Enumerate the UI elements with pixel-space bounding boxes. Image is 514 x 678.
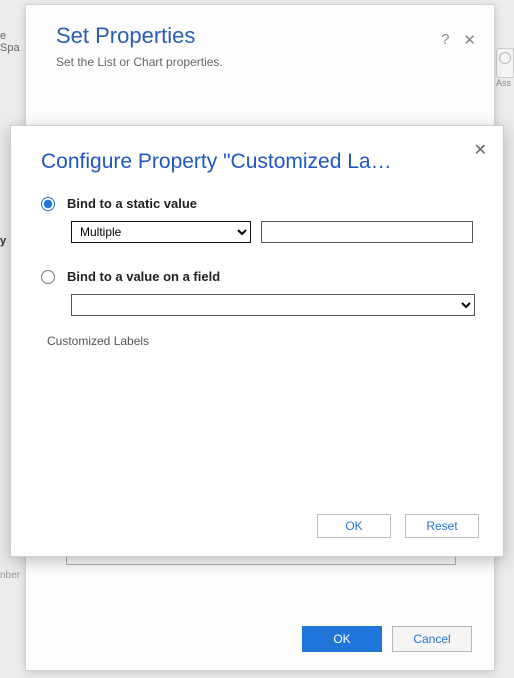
outer-dialog-title: Set Properties (56, 23, 470, 49)
static-type-select[interactable]: Multiple (71, 221, 251, 243)
inner-dialog-footer: OK Reset (317, 514, 479, 538)
inner-dialog-title: Configure Property "Customized La… (41, 150, 461, 174)
static-controls-row: Multiple (71, 221, 475, 243)
radio-static-value[interactable] (41, 197, 55, 211)
configure-property-dialog: ✕ Configure Property "Customized La… Bin… (10, 125, 504, 557)
help-icon[interactable]: ? (441, 31, 449, 49)
inner-close-icon[interactable]: ✕ (474, 140, 487, 160)
bg-assist-icon (496, 48, 514, 78)
outer-dialog-header: Set Properties Set the List or Chart pro… (26, 5, 494, 79)
bg-text-fragment-2: nber (0, 570, 25, 600)
property-hint-label: Customized Labels (47, 334, 475, 348)
outer-dialog-subtitle: Set the List or Chart properties. (56, 55, 470, 69)
bg-text-fragment-y: y (0, 235, 8, 247)
option-static-label: Bind to a static value (67, 196, 197, 211)
option-field-label: Bind to a value on a field (67, 269, 220, 284)
outer-dialog-footer: OK Cancel (302, 626, 472, 652)
outer-cancel-button[interactable]: Cancel (392, 626, 472, 652)
bg-assist-label: Ass (496, 78, 514, 88)
outer-ok-button[interactable]: OK (302, 626, 382, 652)
inner-reset-button[interactable]: Reset (405, 514, 479, 538)
inner-ok-button[interactable]: OK (317, 514, 391, 538)
static-value-input[interactable] (261, 221, 473, 243)
bg-text-fragment: e Spa (0, 30, 25, 44)
close-icon[interactable]: ✕ (463, 31, 476, 49)
field-select[interactable] (71, 294, 475, 316)
option-static-row: Bind to a static value (41, 196, 475, 211)
option-field-row: Bind to a value on a field (41, 269, 475, 284)
outer-dialog-controls: ? ✕ (441, 31, 476, 49)
radio-field-value[interactable] (41, 270, 55, 284)
